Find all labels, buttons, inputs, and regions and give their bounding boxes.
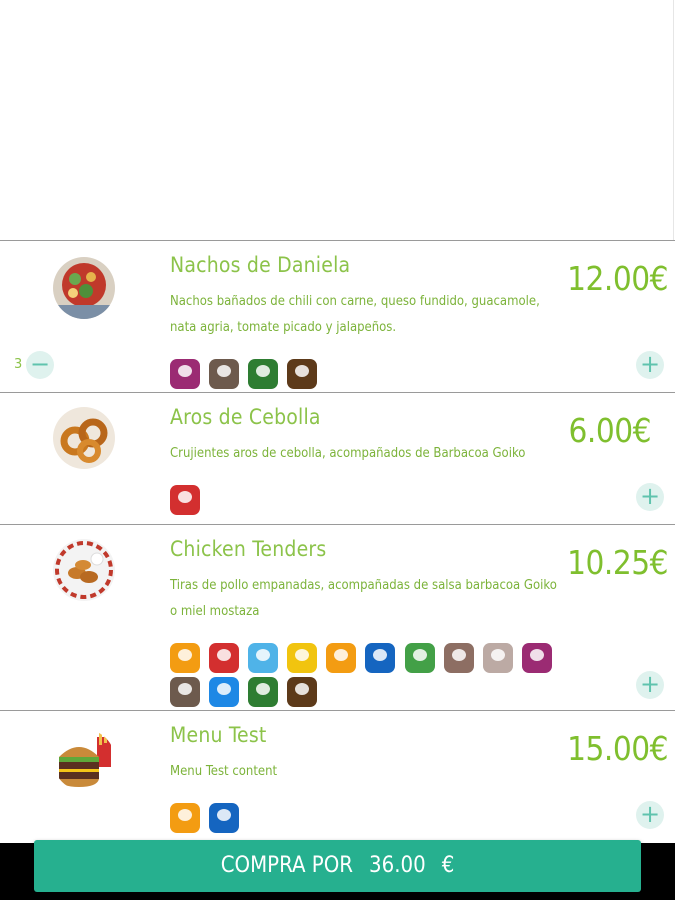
add-item-button[interactable]: + — [636, 351, 664, 379]
milk-icon — [170, 677, 200, 707]
item-title: Nachos de Daniela — [170, 253, 351, 277]
fish-icon — [248, 643, 279, 673]
item-price: 6.00€ — [568, 411, 652, 450]
sesame-icon — [482, 643, 513, 673]
nuts-icon — [443, 643, 474, 673]
celery-icon — [404, 643, 435, 673]
chicken-tenders-image — [53, 539, 115, 601]
item-description: Nachos bañados de chili con carne, queso… — [170, 294, 540, 335]
buy-button[interactable]: COMPRA POR 36.00 € — [34, 840, 641, 892]
milk-icon — [209, 359, 240, 389]
empty-header-area — [0, 0, 674, 240]
mollusk-icon — [170, 359, 200, 389]
sulphite-icon — [209, 677, 240, 707]
gluten-icon — [170, 803, 200, 833]
buy-button-currency: € — [441, 853, 455, 878]
crustacean-icon — [170, 485, 200, 515]
allergen-list — [170, 643, 560, 711]
onion-rings-image — [53, 407, 115, 469]
add-item-button[interactable]: + — [636, 801, 664, 829]
decrease-quantity-button[interactable]: − — [26, 351, 54, 379]
item-price: 12.00€ — [567, 259, 668, 298]
item-quantity: 3 — [14, 357, 23, 372]
mustard-icon — [365, 643, 396, 673]
add-item-button[interactable]: + — [636, 483, 664, 511]
buy-button-amount: 36.00 — [369, 853, 426, 878]
soy-icon — [248, 359, 279, 389]
lupin-icon — [287, 677, 318, 707]
peanut-icon — [287, 359, 318, 389]
item-title: Menu Test — [170, 723, 267, 747]
allergen-list — [170, 359, 560, 393]
menu-item: Nachos de Daniela Nachos bañados de chil… — [0, 240, 675, 392]
item-title: Aros de Cebolla — [170, 405, 321, 429]
allergen-list — [170, 803, 560, 837]
crustacean-icon — [209, 643, 240, 673]
menu-item: Aros de Cebolla Crujientes aros de cebol… — [0, 392, 675, 524]
item-price: 15.00€ — [567, 729, 668, 768]
peanut-icon — [326, 643, 357, 673]
menu-item: Chicken Tenders Tiras de pollo empanadas… — [0, 524, 675, 710]
item-description: Crujientes aros de cebolla, acompañados … — [170, 446, 526, 461]
allergen-list — [170, 485, 560, 519]
item-description: Tiras de pollo empanadas, acompañadas de… — [170, 578, 557, 619]
gluten-icon — [170, 643, 200, 673]
buy-button-label: COMPRA POR — [220, 853, 354, 878]
add-item-button[interactable]: + — [636, 671, 664, 699]
item-title: Chicken Tenders — [170, 537, 327, 561]
menu-list: Nachos de Daniela Nachos bañados de chil… — [0, 240, 675, 850]
soy-icon — [248, 677, 279, 707]
burger-image — [53, 729, 115, 791]
item-price: 10.25€ — [567, 543, 668, 582]
nachos-image — [53, 257, 115, 319]
egg-icon — [287, 643, 318, 673]
sulphite-icon — [209, 803, 240, 833]
menu-item: Menu Test Menu Test content 15.00€ + — [0, 710, 675, 850]
item-description: Menu Test content — [170, 764, 278, 779]
mollusk-icon — [521, 643, 552, 673]
